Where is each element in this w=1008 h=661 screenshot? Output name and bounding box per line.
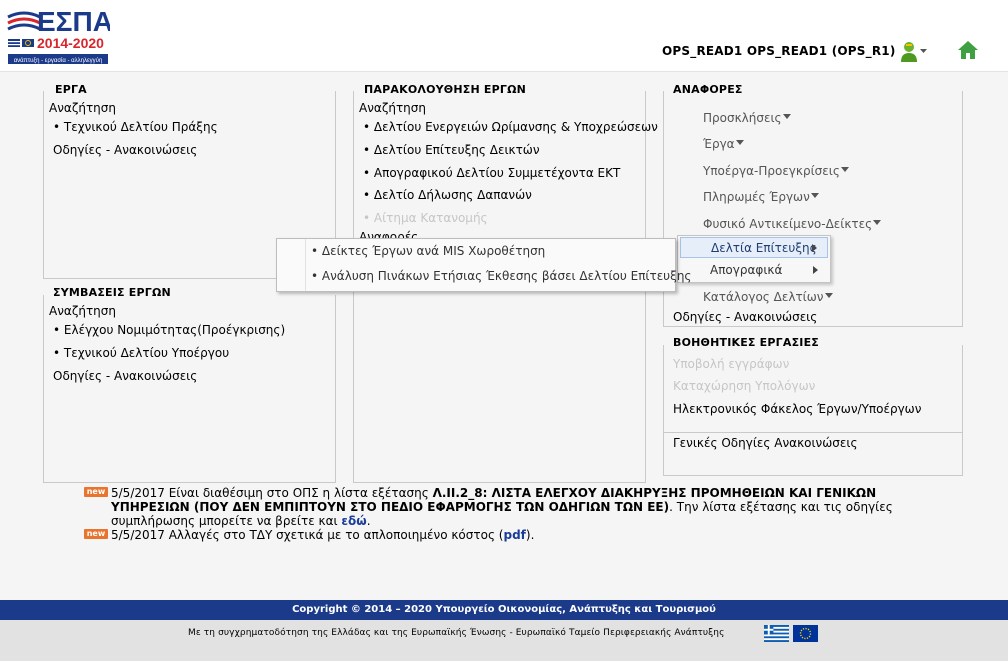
anafores-menu-proskliseis-label: Προσκλήσεις (703, 111, 782, 125)
voithitikes-link-e-file[interactable]: Ηλεκτρονικός Φάκελος Έργων/Υποέργων (673, 402, 921, 416)
parakolouthisi-search-label: Αναζήτηση (359, 101, 426, 115)
panel-parakolouthisi-title: ΠΑΡΑΚΟΛΟΥΘΗΣΗ ΕΡΓΩΝ (364, 83, 527, 96)
anafores-menu-fysiko[interactable]: Φυσικό Αντικείμενο-Δείκτες (703, 217, 882, 231)
submenu-arrow-icon (813, 266, 818, 274)
news-item1-prefix: 5/5/2017 Είναι διαθέσιμη στο ΟΠΣ η λίστα… (111, 486, 433, 500)
new-badge: new (84, 529, 108, 539)
voithitikes-link-upload-disabled: Υποβολή εγγράφων (673, 357, 790, 371)
news-item2-end: ). (525, 528, 535, 542)
anafores-menu-ypoerga-label: Υποέργα-Προεγκρίσεις (703, 164, 840, 178)
anafores-menu-pliromes-label: Πληρωμές Έργων (703, 190, 810, 204)
submenu-item-achievement-sheets-label: Δελτία Επίτευξης (711, 241, 817, 255)
espa-logo[interactable]: ΕΣΠΑ 2014-2020 ανάπτυξη - εργασία - αλλη… (6, 3, 113, 67)
dropdown-arrow-icon (824, 293, 833, 298)
general-notices-link[interactable]: Γενικές Οδηγίες Ανακοινώσεις (673, 436, 858, 450)
parakolouthisi-link-participant[interactable]: • Απογραφικού Δελτίου Συμμετέχοντα ΕΚΤ (363, 166, 620, 180)
news-item1-link[interactable]: εδώ (341, 514, 366, 528)
panel-symvaseis-title: ΣΥΜΒΑΣΕΙΣ ΕΡΓΩΝ (53, 286, 171, 299)
footer-copyright: Copyright © 2014 – 2020 Υπουργείο Οικονο… (292, 604, 716, 615)
flyout-item-mis-indicators[interactable]: • Δείκτες Έργων ανά MIS Χωροθέτηση (311, 244, 545, 258)
news-section: new 5/5/2017 Είναι διαθέσιμη στο ΟΠΣ η λ… (84, 486, 944, 542)
anafores-notices-link[interactable]: Οδηγίες - Ανακοινώσεις (673, 310, 817, 324)
dropdown-arrow-icon (782, 114, 791, 119)
dropdown-arrow-icon (810, 193, 819, 198)
home-icon[interactable] (957, 40, 979, 60)
anafores-menu-proskliseis[interactable]: Προσκλήσεις (703, 111, 791, 125)
anafores-menu-katalogos[interactable]: Κατάλογος Δελτίων (703, 290, 833, 304)
header: ΕΣΠΑ 2014-2020 ανάπτυξη - εργασία - αλλη… (0, 0, 1008, 72)
submenu-item-inventory[interactable]: Απογραφικά (680, 260, 828, 281)
symvaseis-notices-link[interactable]: Οδηγίες - Ανακοινώσεις (53, 369, 197, 383)
panel-voithitikes-title: ΒΟΗΘΗΤΙΚΕΣ ΕΡΓΑΣΙΕΣ (673, 336, 820, 349)
parakolouthisi-link-indicators[interactable]: • Δελτίου Επίτευξης Δεικτών (363, 143, 540, 157)
erga-notices-link[interactable]: Οδηγίες - Ανακοινώσεις (53, 143, 197, 157)
dropdown-arrow-icon (735, 140, 744, 145)
dropdown-arrow-icon (873, 220, 882, 225)
indicators-submenu: Δελτία Επίτευξης Απογραφικά (677, 235, 831, 283)
user-label: OPS_READ1 OPS_READ1 (OPS_R1) (662, 44, 896, 58)
anafores-menu-fysiko-label: Φυσικό Αντικείμενο-Δείκτες (703, 217, 873, 231)
panel-anafores-title: ΑΝΑΦΟΡΕΣ (673, 83, 743, 96)
news-item: new 5/5/2017 Αλλαγές στο ΤΔΥ σχετικά με … (84, 528, 944, 542)
symvaseis-link-legality[interactable]: • Ελέγχου Νομιμότητας(Προέγκρισης) (53, 323, 285, 337)
parakolouthisi-link-maturation[interactable]: • Δελτίου Ενεργειών Ωρίμανσης & Υποχρεώσ… (363, 120, 658, 134)
voithitikes-link-accountable-disabled: Καταχώρηση Υπολόγων (673, 379, 816, 393)
anafores-menu-erga[interactable]: Έργα (703, 137, 744, 151)
anafores-menu-pliromes[interactable]: Πληρωμές Έργων (703, 190, 819, 204)
achievement-sheets-flyout: • Δείκτες Έργων ανά MIS Χωροθέτηση • Ανά… (276, 238, 691, 292)
user-menu-icon[interactable] (900, 40, 930, 64)
news-item: new 5/5/2017 Είναι διαθέσιμη στο ΟΠΣ η λ… (84, 486, 944, 528)
footer-bottom: Με τη συγχρηματοδότηση της Ελλάδας και τ… (0, 620, 1008, 661)
news-item2-prefix: 5/5/2017 Αλλαγές στο ΤΔΥ σχετικά με το α… (111, 528, 504, 542)
submenu-item-inventory-label: Απογραφικά (710, 263, 783, 277)
symvaseis-link-subproject-sheet[interactable]: • Τεχνικού Δελτίου Υποέργου (53, 346, 229, 360)
symvaseis-search-label: Αναζήτηση (49, 304, 116, 318)
logo-years: 2014-2020 (37, 35, 104, 51)
greek-flag-icon (764, 625, 789, 642)
logo-tagline: ανάπτυξη - εργασία - αλληλεγγύη (14, 57, 103, 64)
espa-logo-graphic: ΕΣΠΑ 2014-2020 ανάπτυξη - εργασία - αλλη… (7, 6, 113, 64)
dropdown-arrow-icon (840, 167, 849, 172)
flyout-gutter (305, 239, 306, 291)
submenu-item-achievement-sheets[interactable]: Δελτία Επίτευξης (680, 237, 828, 258)
new-badge: new (84, 487, 108, 497)
footer-copyright-bar: Copyright © 2014 – 2020 Υπουργείο Οικονο… (0, 600, 1008, 620)
panel-erga-title: ΕΡΓΑ (55, 83, 87, 96)
anafores-menu-ypoerga[interactable]: Υποέργα-Προεγκρίσεις (703, 164, 849, 178)
erga-link-technical-sheet[interactable]: • Τεχνικού Δελτίου Πράξης (53, 120, 218, 134)
eu-flag-icon (793, 625, 818, 642)
flyout-item-annual-report-analysis[interactable]: • Ανάλυση Πινάκων Ετήσιας Έκθεσης βάσει … (311, 269, 691, 283)
anafores-menu-erga-label: Έργα (703, 137, 735, 151)
anafores-menu-katalogos-label: Κατάλογος Δελτίων (703, 290, 824, 304)
submenu-arrow-icon (812, 244, 817, 252)
news-item2-pdf-link[interactable]: pdf (503, 528, 525, 542)
logo-word: ΕΣΠΑ (37, 6, 110, 37)
voithitikes-divider (663, 432, 963, 433)
parakolouthisi-link-expenses[interactable]: • Δελτίο Δήλωσης Δαπανών (363, 188, 532, 202)
footer-cofunding-text: Με τη συγχρηματοδότηση της Ελλάδας και τ… (188, 628, 725, 638)
erga-search-label: Αναζήτηση (49, 101, 116, 115)
parakolouthisi-link-allocation-disabled: • Αίτημα Κατανομής (363, 211, 488, 225)
news-item1-end: . (366, 514, 371, 528)
